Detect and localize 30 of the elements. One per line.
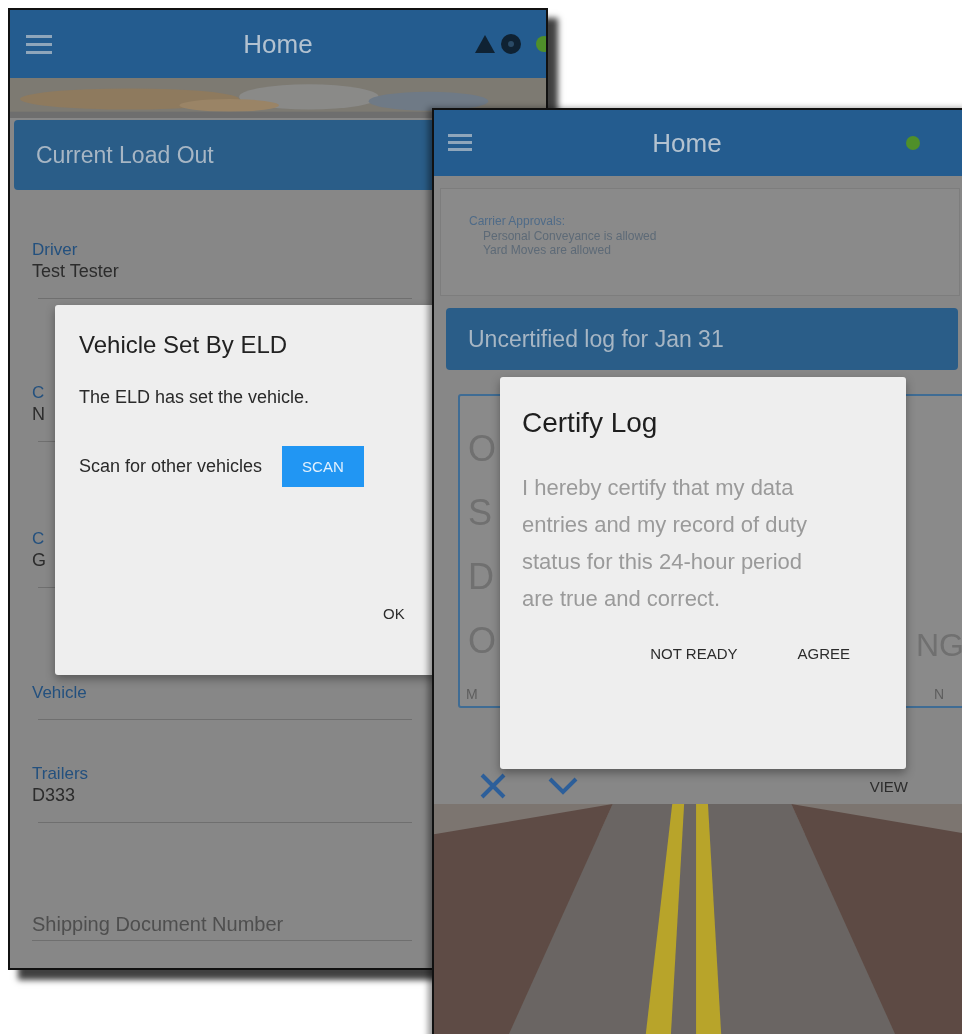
field-value: N — [32, 403, 45, 425]
dialog-message: The ELD has set the vehicle. — [79, 387, 310, 408]
dialog-message: I hereby certify that my data entries and my record of duty status for this 24-hour period are true and correct. — [522, 474, 808, 613]
field-value: D333 — [32, 784, 76, 806]
field-label: Driver — [32, 240, 78, 260]
menu-icon[interactable] — [448, 134, 472, 152]
field-value: Test Tester — [32, 260, 119, 282]
menu-icon[interactable] — [26, 34, 52, 54]
card-title: Uncertified log for Jan 31 — [468, 325, 724, 353]
view-button[interactable]: VIEW — [863, 771, 914, 801]
not-ready-button[interactable]: NOT READY — [644, 639, 744, 668]
field-label: C — [32, 383, 45, 403]
dialog-title: Certify Log — [522, 407, 658, 439]
agree-button[interactable]: AGREE — [791, 639, 856, 668]
scan-prompt: Scan for other vehicles — [79, 456, 263, 477]
status-circle-icon[interactable] — [500, 33, 522, 55]
chevron-down-icon[interactable] — [548, 777, 578, 795]
close-icon[interactable] — [480, 773, 506, 799]
dialog-title: Vehicle Set By ELD — [79, 331, 288, 359]
approvals-title: Carrier Approvals: — [469, 214, 566, 228]
ok-button[interactable]: OK — [377, 599, 411, 628]
warning-icon[interactable] — [474, 34, 496, 54]
field-label: C — [32, 529, 45, 549]
field-label: Trailers — [32, 764, 89, 784]
field-value: G — [32, 549, 46, 571]
header-title: Home — [652, 127, 722, 159]
field-label: Vehicle — [32, 683, 87, 703]
card-title: Current Load Out — [36, 141, 214, 169]
connection-dot-icon — [906, 136, 920, 150]
header-title: Home — [243, 28, 313, 60]
